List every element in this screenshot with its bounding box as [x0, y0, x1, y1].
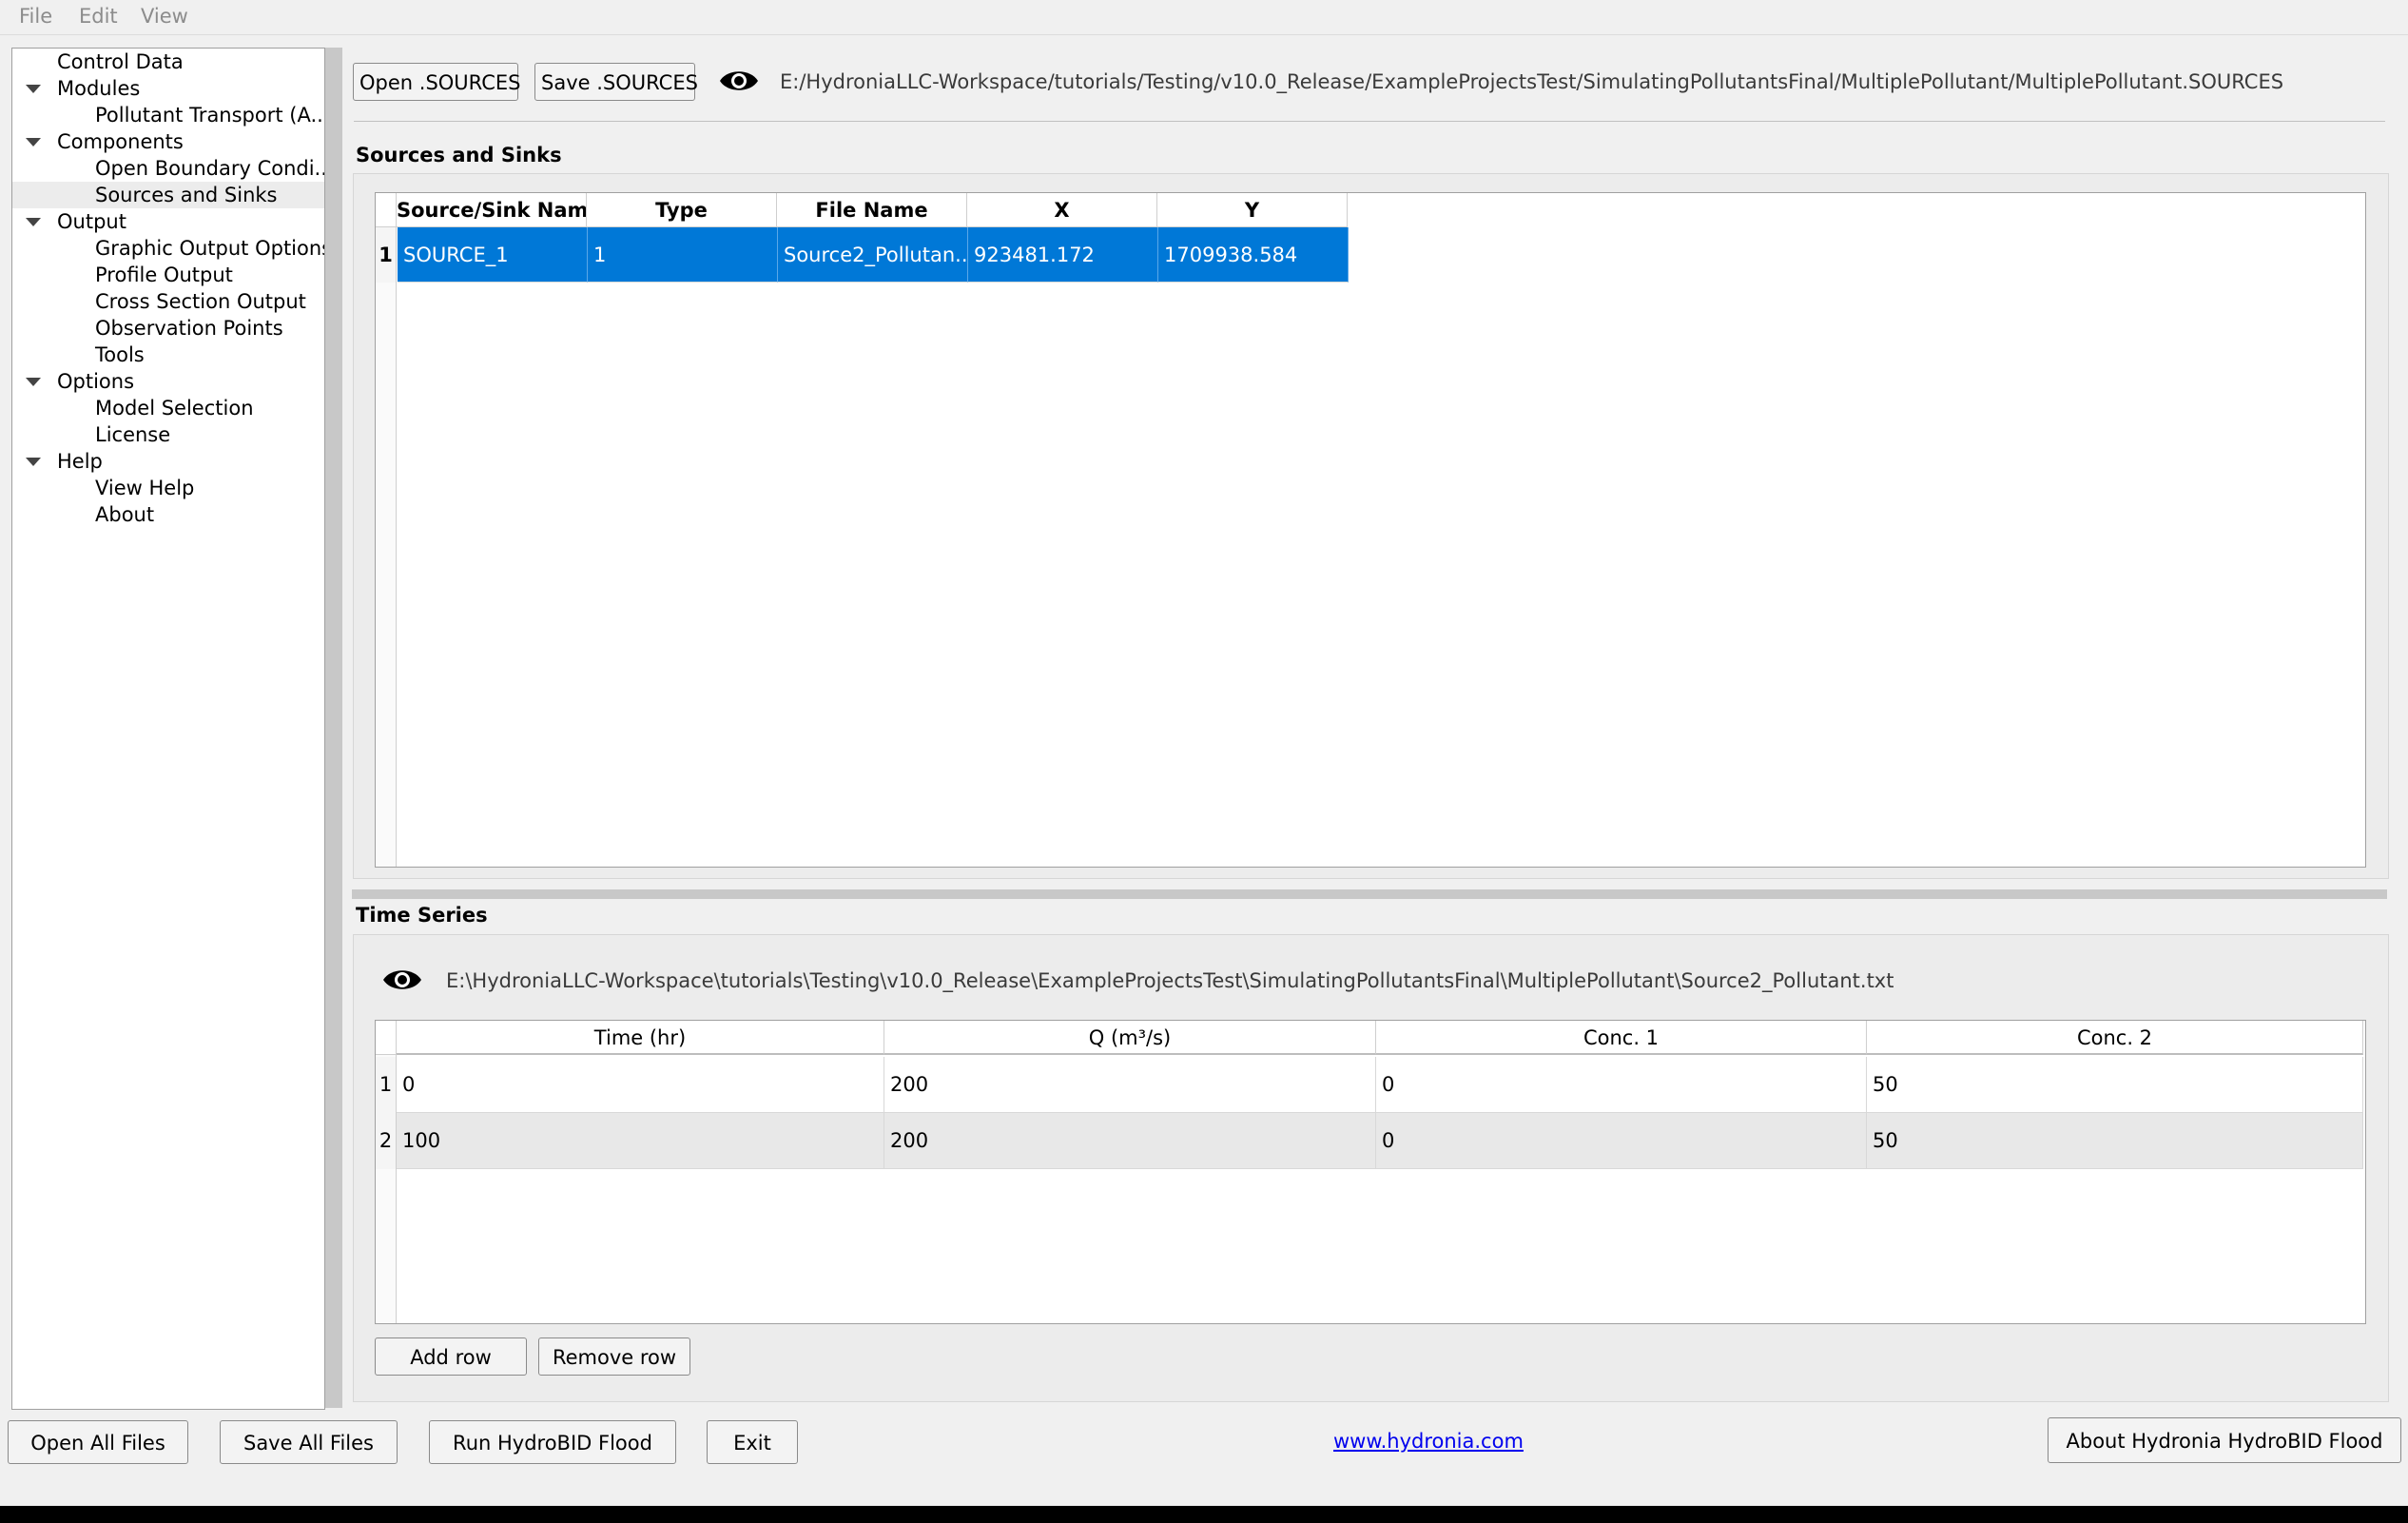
about-hydronia-button[interactable]: About Hydronia HydroBID Flood	[2048, 1417, 2401, 1463]
tree-item-observation-points[interactable]: Observation Points	[12, 315, 324, 342]
sources-column-header[interactable]: Type	[587, 193, 777, 227]
tree-item-label: License	[95, 423, 171, 446]
tree-item-label: Pollutant Transport (A...	[95, 104, 324, 127]
tree-item-label: Help	[57, 450, 103, 473]
tree-item-pollutant-transport-a[interactable]: Pollutant Transport (A...	[12, 102, 324, 128]
sources-table: Source/Sink Name Type File Name X Y 1 SOURCE_1…	[375, 192, 2366, 868]
sources-section-title: Sources and Sinks	[356, 144, 562, 166]
tree-item-label: Cross Section Output	[95, 290, 306, 313]
tree-item-label: Profile Output	[95, 264, 233, 286]
tree-item-label: Graphic Output Options	[95, 237, 324, 260]
expand-arrow-icon[interactable]	[26, 138, 41, 146]
tree-item-label: Model Selection	[95, 397, 254, 420]
timeseries-table-cell[interactable]: 0	[1376, 1057, 1867, 1113]
sources-column-header[interactable]: File Name	[777, 193, 967, 227]
timeseries-table-cell[interactable]: 100	[397, 1113, 884, 1169]
tree-item-control-data[interactable]: Control Data	[12, 49, 324, 75]
timeseries-table-cell[interactable]: 0	[397, 1057, 884, 1113]
sources-table-cell[interactable]: SOURCE_1	[398, 227, 588, 283]
timeseries-column-header[interactable]: Time (hr)	[397, 1021, 884, 1055]
timeseries-column-header[interactable]: Q (m³/s)	[884, 1021, 1376, 1055]
expand-arrow-icon[interactable]	[26, 218, 41, 226]
remove-row-button[interactable]: Remove row	[538, 1338, 690, 1376]
tree-item-tools[interactable]: Tools	[12, 342, 324, 368]
sources-table-cell[interactable]: 1	[588, 227, 778, 283]
open-sources-button[interactable]: Open .SOURCES	[353, 63, 520, 101]
tree-item-label: Observation Points	[95, 317, 283, 340]
tree-item-view-help[interactable]: View Help	[12, 475, 324, 501]
tree-item-help[interactable]: Help	[12, 448, 324, 475]
tree-item-modules[interactable]: Modules	[12, 75, 324, 102]
tree-item-profile-output[interactable]: Profile Output	[12, 262, 324, 288]
save-sources-button[interactable]: Save .SOURCES	[534, 63, 698, 101]
tree-item-label: Open Boundary Condi...	[95, 157, 324, 180]
tree-item-license[interactable]: License	[12, 421, 324, 448]
vertical-splitter[interactable]	[325, 48, 342, 1408]
tree-item-cross-section-output[interactable]: Cross Section Output	[12, 288, 324, 315]
menu-file[interactable]: File	[19, 5, 52, 28]
tree-item-label: Options	[57, 370, 135, 393]
save-all-files-button[interactable]: Save All Files	[220, 1420, 398, 1464]
tree-item-label: Control Data	[57, 50, 184, 73]
tree-item-label: Components	[57, 130, 184, 153]
tree-item-label: Modules	[57, 77, 141, 100]
tree-item-output[interactable]: Output	[12, 208, 324, 235]
timeseries-table-cell[interactable]: 0	[1376, 1113, 1867, 1169]
menu-edit[interactable]: Edit	[79, 5, 118, 28]
run-hydrobid-flood-button[interactable]: Run HydroBID Flood	[429, 1420, 676, 1464]
expand-arrow-icon[interactable]	[26, 458, 41, 466]
menu-view[interactable]: View	[141, 5, 188, 28]
sources-row-number[interactable]: 1	[376, 227, 397, 283]
tree-item-about[interactable]: About	[12, 501, 324, 528]
sources-table-cell[interactable]: Source2_Pollutan...	[778, 227, 968, 283]
sources-column-header[interactable]: Y	[1157, 193, 1348, 227]
open-all-files-button[interactable]: Open All Files	[8, 1420, 188, 1464]
timeseries-table: Time (hr) Q (m³/s) Conc. 1 Conc. 2 1 0 200 0 50 2…	[375, 1020, 2366, 1324]
tree-item-label: Tools	[95, 343, 145, 366]
sources-column-header[interactable]: Source/Sink Name	[397, 193, 587, 227]
sources-table-cell[interactable]: 1709938.584	[1158, 227, 1349, 283]
add-row-button[interactable]: Add row	[375, 1338, 527, 1376]
hydronia-website-link[interactable]: www.hydronia.com	[1333, 1430, 1524, 1453]
tree-item-graphic-output-options[interactable]: Graphic Output Options	[12, 235, 324, 262]
horizontal-splitter[interactable]	[352, 889, 2387, 899]
tree-item-label: About	[95, 503, 155, 526]
timeseries-file-path: E:\HydroniaLLC-Workspace\tutorials\Testi…	[446, 969, 1894, 992]
tree-item-options[interactable]: Options	[12, 368, 324, 395]
navigation-tree: Control Data Modules Pollutant Transport (…	[11, 48, 325, 1410]
sources-table-cell[interactable]: 923481.172	[968, 227, 1158, 283]
expand-arrow-icon[interactable]	[26, 85, 41, 93]
tree-item-open-boundary-condi[interactable]: Open Boundary Condi...	[12, 155, 324, 182]
tree-item-label: Output	[57, 210, 126, 233]
tree-item-sources-and-sinks[interactable]: Sources and Sinks	[12, 182, 324, 208]
timeseries-table-cell[interactable]: 200	[884, 1057, 1376, 1113]
sources-column-header[interactable]: X	[967, 193, 1157, 227]
row-header-strip	[376, 227, 397, 867]
sources-file-path: E:/HydroniaLLC-Workspace/tutorials/Testi…	[780, 70, 2284, 93]
timeseries-table-cell[interactable]: 50	[1867, 1057, 2363, 1113]
timeseries-row-number[interactable]: 2	[376, 1113, 397, 1169]
tree-item-model-selection[interactable]: Model Selection	[12, 395, 324, 421]
timeseries-column-header[interactable]: Conc. 1	[1376, 1021, 1867, 1055]
view-timeseries-file-icon[interactable]	[381, 966, 423, 994]
tree-item-label: Sources and Sinks	[95, 184, 278, 206]
bottom-strip	[0, 1506, 2408, 1523]
table-corner	[376, 1021, 397, 1055]
view-sources-file-icon[interactable]	[718, 67, 760, 95]
table-corner	[376, 193, 397, 227]
exit-button[interactable]: Exit	[707, 1420, 798, 1464]
timeseries-section-title: Time Series	[356, 904, 488, 927]
timeseries-column-header[interactable]: Conc. 2	[1867, 1021, 2363, 1055]
menu-bar: File Edit View	[0, 0, 2408, 35]
toolbar-divider	[354, 121, 2385, 122]
expand-arrow-icon[interactable]	[26, 378, 41, 386]
timeseries-row-number[interactable]: 1	[376, 1057, 397, 1113]
tree-item-components[interactable]: Components	[12, 128, 324, 155]
timeseries-table-cell[interactable]: 200	[884, 1113, 1376, 1169]
tree-item-label: View Help	[95, 477, 195, 499]
timeseries-table-cell[interactable]: 50	[1867, 1113, 2363, 1169]
